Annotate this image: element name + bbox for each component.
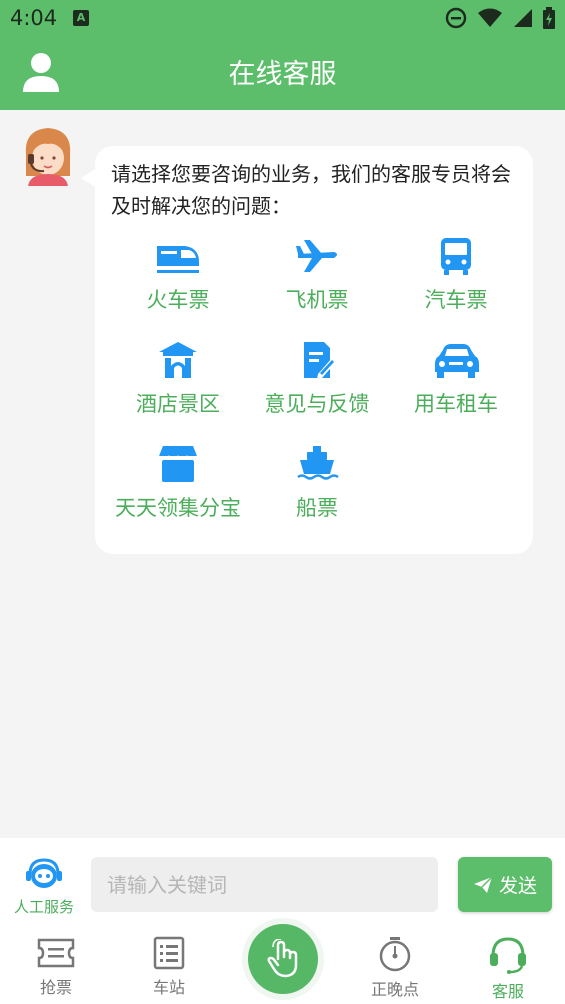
send-icon [473, 875, 493, 893]
tab-station[interactable]: 车站 [124, 936, 214, 998]
service-label: 用车租车 [414, 392, 498, 416]
service-train[interactable]: 火车票 [103, 236, 253, 314]
ship-icon [297, 446, 339, 480]
service-plane[interactable]: 飞机票 [242, 236, 392, 314]
app-notification-badge: A [73, 10, 89, 26]
keyword-input[interactable] [91, 857, 438, 912]
send-label: 发送 [498, 875, 537, 897]
tab-delay-status[interactable]: 正晚点 [350, 936, 440, 1000]
robot-headset-icon [26, 858, 62, 888]
service-hotel[interactable]: 酒店景区 [103, 340, 253, 418]
headset-icon [490, 937, 526, 974]
battery-icon [543, 7, 555, 29]
app-header: 在线客服 [0, 38, 565, 110]
stopwatch-icon [379, 937, 411, 972]
manual-service-button[interactable]: 人工服务 [8, 858, 80, 917]
clock: 4:04 [10, 6, 58, 30]
feedback-icon [304, 342, 336, 379]
plane-icon [296, 240, 337, 272]
tab-label: 车站 [152, 978, 185, 997]
manual-service-label: 人工服务 [13, 898, 74, 916]
chat-area[interactable]: 请选择您要咨询的业务，我们的客服专员将会及时解决您的问题： 火车票 飞机票 汽车… [0, 110, 565, 838]
page-title: 在线客服 [228, 59, 337, 90]
send-button[interactable]: 发送 [458, 857, 552, 912]
train-icon [157, 246, 199, 273]
hotel-icon [159, 342, 197, 378]
tap-hand-icon [267, 939, 298, 978]
service-label: 天天领集分宝 [115, 496, 241, 520]
ticket-icon [37, 938, 75, 968]
signal-icon [514, 9, 532, 27]
shop-icon [158, 446, 198, 482]
service-bus[interactable]: 汽车票 [381, 236, 531, 314]
intro-message: 请选择您要咨询的业务，我们的客服专员将会及时解决您的问题： [111, 162, 511, 218]
service-label: 汽车票 [424, 288, 488, 312]
service-label: 酒店景区 [136, 392, 220, 416]
tab-customer-service[interactable]: 客服 [463, 936, 553, 1002]
bottom-tab-bar: 抢票 车站 正晚点 客服 [0, 924, 565, 1004]
car-icon [435, 344, 479, 378]
bus-icon [441, 238, 471, 275]
service-feedback[interactable]: 意见与反馈 [242, 340, 392, 418]
station-list-icon [153, 936, 185, 970]
service-ship[interactable]: 船票 [242, 444, 392, 522]
tab-label: 客服 [491, 982, 524, 1001]
service-label: 火车票 [146, 288, 210, 312]
agent-avatar [22, 124, 74, 186]
center-action-button[interactable] [248, 924, 318, 994]
status-bar: 4:04 A [0, 0, 565, 38]
status-icons [445, 7, 555, 29]
service-label: 意见与反馈 [264, 392, 370, 416]
message-bubble: 请选择您要咨询的业务，我们的客服专员将会及时解决您的问题： 火车票 飞机票 汽车… [81, 146, 533, 554]
service-label: 飞机票 [285, 288, 349, 312]
tab-label: 正晚点 [370, 980, 419, 999]
service-car[interactable]: 用车租车 [381, 340, 531, 418]
service-shop[interactable]: 天天领集分宝 [103, 444, 253, 522]
wifi-icon [478, 8, 502, 27]
tab-grab-ticket[interactable]: 抢票 [11, 936, 101, 998]
service-label: 船票 [296, 496, 338, 520]
tab-label: 抢票 [39, 978, 72, 997]
dnd-icon [445, 7, 467, 29]
